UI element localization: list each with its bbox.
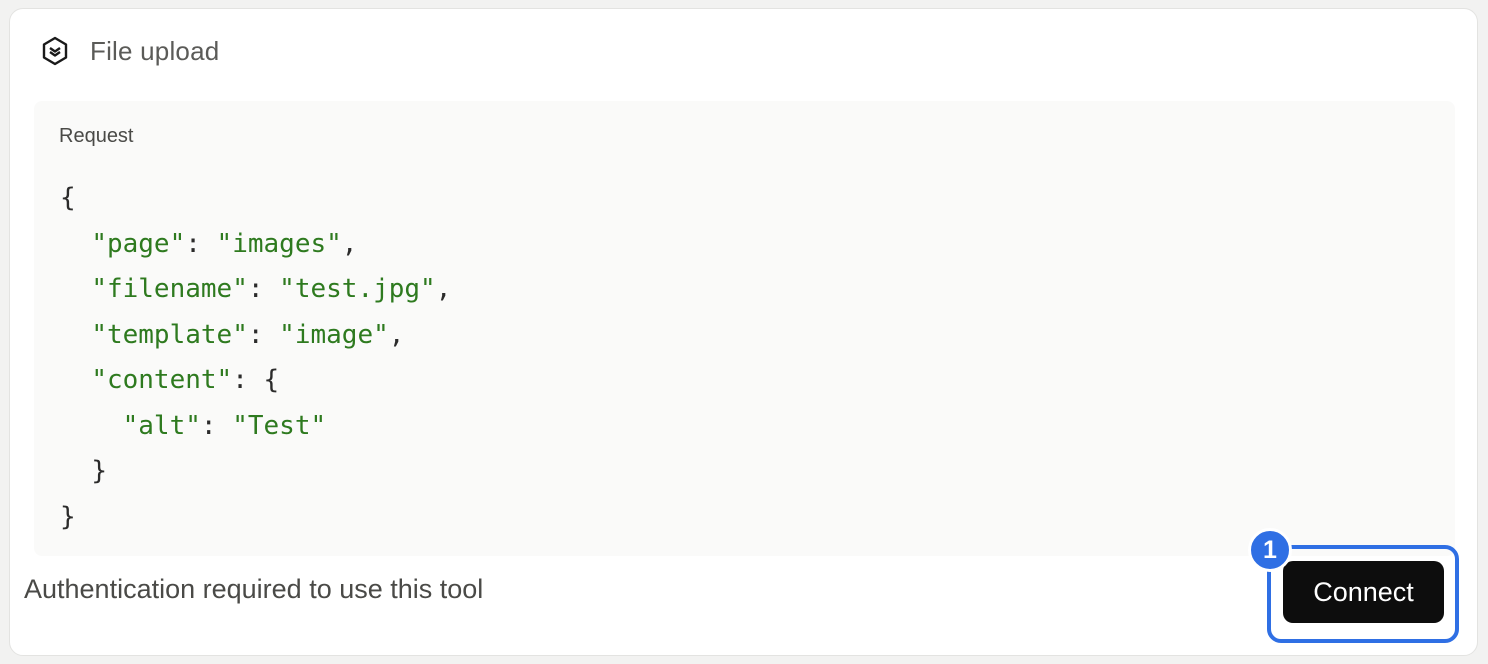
request-panel: Request { "page": "images", "filename": …: [34, 101, 1455, 556]
tool-header: File upload: [40, 31, 219, 71]
connect-button[interactable]: Connect: [1283, 561, 1444, 623]
request-label: Request: [59, 125, 134, 147]
code-value-alt: "Test": [232, 410, 327, 441]
code-close-brace: }: [60, 501, 76, 532]
step-badge: 1: [1248, 528, 1292, 572]
code-inner-close-brace: }: [91, 456, 107, 486]
code-value-filename: "test.jpg": [279, 274, 436, 304]
code-open-brace: {: [60, 183, 76, 213]
tool-title: File upload: [90, 35, 220, 66]
code-key-alt: "alt": [122, 410, 201, 441]
code-key-template: "template": [91, 319, 248, 350]
code-value-template: "image": [279, 319, 389, 350]
auth-required-text: Authentication required to use this tool: [24, 574, 484, 604]
code-key-page: "page": [91, 228, 186, 259]
request-code: { "page": "images", "filename": "test.jp…: [60, 183, 452, 532]
code-key-content: "content": [91, 365, 233, 395]
code-key-filename: "filename": [91, 274, 248, 304]
cube-icon: [40, 36, 70, 66]
code-value-page: "images": [216, 228, 342, 259]
